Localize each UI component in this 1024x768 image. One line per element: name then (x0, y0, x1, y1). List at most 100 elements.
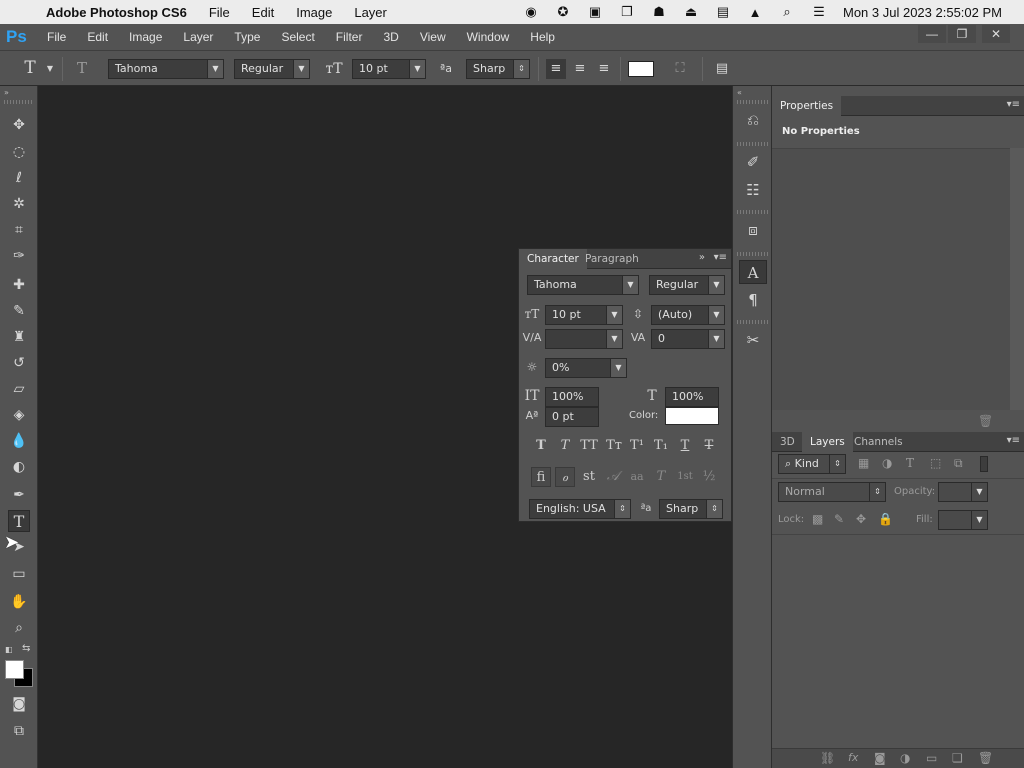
stylistic-alternates-button[interactable]: aa (627, 467, 647, 487)
clone-stamp-tool-icon[interactable]: ♜ (8, 326, 30, 348)
ps-menu-window[interactable]: Window (466, 30, 510, 44)
healing-brush-tool-icon[interactable]: ✚ (8, 274, 30, 296)
char-antialias-select[interactable]: Sharp ⇕ (659, 499, 723, 519)
char-font-style-select[interactable]: Regular ▼ (649, 275, 725, 295)
quick-mask-icon[interactable]: ◙ (8, 693, 30, 715)
fill-field[interactable]: ▼ (938, 510, 988, 530)
filter-toggle-switch[interactable] (980, 456, 988, 472)
ps-menu-view[interactable]: View (419, 30, 446, 44)
ps-menu-select[interactable]: Select (280, 30, 314, 44)
brush-panel-icon[interactable]: ☷ (739, 178, 767, 202)
mac-menu-image[interactable]: Image (296, 5, 332, 20)
menubar-clock[interactable]: Mon 3 Jul 2023 2:55:02 PM (843, 5, 1002, 20)
brush-presets-panel-icon[interactable]: ✐ (739, 150, 767, 174)
char-hscale-field[interactable]: 100% (665, 387, 719, 407)
toggle-panels-icon[interactable]: ▤ (712, 59, 732, 79)
small-caps-button[interactable]: Tт (603, 436, 625, 456)
move-tool-icon[interactable]: ✥ (8, 114, 30, 136)
upload-icon[interactable]: ▲ (744, 4, 766, 20)
faux-italic-button[interactable]: T (555, 436, 575, 456)
char-kerning-select[interactable]: ▼ (545, 329, 623, 349)
ps-menu-type[interactable]: Type (233, 30, 260, 44)
lasso-tool-icon[interactable]: ℓ (8, 167, 30, 189)
tool-presets-panel-icon[interactable]: ✂ (739, 328, 767, 352)
char-baseline-field[interactable]: 0 pt (545, 407, 599, 427)
superscript-button[interactable]: T¹ (627, 436, 647, 456)
shape-filter-icon[interactable]: ⬚ (930, 456, 941, 470)
font-family-select[interactable]: Tahoma ▼ (108, 59, 224, 79)
tab-paragraph[interactable]: Paragraph (577, 249, 647, 269)
history-brush-tool-icon[interactable]: ↺ (8, 352, 30, 374)
tab-3d[interactable]: 3D (772, 432, 803, 452)
panel-grip[interactable] (4, 100, 34, 104)
crop-tool-icon[interactable]: ⌗ (8, 219, 30, 241)
char-color-swatch[interactable] (665, 407, 719, 425)
panel-grip[interactable] (737, 210, 769, 214)
tab-channels[interactable]: Channels (846, 432, 911, 452)
type-filter-icon[interactable]: T (906, 456, 914, 470)
ordinals-button[interactable]: 1st (673, 467, 697, 487)
ps-menu-help[interactable]: Help (529, 30, 555, 44)
discretionary-ligatures-button[interactable]: st (579, 467, 599, 487)
mac-menu-layer[interactable]: Layer (354, 5, 387, 20)
record-icon[interactable]: ◉ (520, 4, 542, 20)
font-size-select[interactable]: 10 pt ▼ (352, 59, 426, 79)
eyedropper-tool-icon[interactable]: ✑ (8, 245, 30, 267)
align-right-icon[interactable]: ≡ (594, 59, 614, 79)
type-tool-preset-icon[interactable]: T (20, 58, 40, 78)
collapse-arrows-icon[interactable]: » (4, 88, 9, 97)
adjustment-filter-icon[interactable]: ◑ (882, 456, 892, 470)
layer-filter-kind-select[interactable]: ⌕ Kind ⇕ (778, 454, 846, 474)
restore-button[interactable]: ❐ (948, 25, 976, 43)
lock-pixels-icon[interactable]: ✎ (834, 512, 844, 526)
rectangle-tool-icon[interactable]: ▭ (8, 563, 30, 585)
antialias-select[interactable]: Sharp ⇕ (466, 59, 530, 79)
swash-button[interactable]: 𝒜 (603, 467, 623, 487)
paint-bucket-tool-icon[interactable]: ◈ (8, 404, 30, 426)
layers-list[interactable] (772, 534, 1024, 748)
ps-menu-edit[interactable]: Edit (86, 30, 108, 44)
trash-icon[interactable]: 🗑 (978, 414, 993, 428)
history-panel-icon[interactable]: ⎌ (739, 108, 767, 132)
marquee-tool-icon[interactable]: ◌ (8, 141, 30, 163)
foreground-color-swatch[interactable] (5, 660, 24, 679)
note-icon[interactable]: ▣ (584, 4, 606, 20)
underline-button[interactable]: T (675, 436, 695, 456)
control-center-icon[interactable]: ☰ (808, 4, 830, 20)
clipboard-icon[interactable]: ❐ (616, 4, 638, 20)
char-tsume-select[interactable]: 0% ▼ (545, 358, 627, 378)
spotlight-search-icon[interactable]: ⌕ (776, 4, 798, 20)
link-layers-icon[interactable]: ⛓ (820, 751, 835, 765)
alternate-ligatures-button[interactable]: ℴ (555, 467, 575, 487)
char-leading-select[interactable]: (Auto) ▼ (651, 305, 725, 325)
lock-transparency-icon[interactable]: ▩ (812, 512, 823, 526)
blur-tool-icon[interactable]: 💧 (8, 430, 30, 452)
panel-grip[interactable] (737, 252, 769, 256)
delete-layer-icon[interactable]: 🗑 (978, 751, 993, 765)
character-panel-icon[interactable]: A (739, 260, 767, 284)
panel-menu-icon[interactable]: ▾≡ (1007, 99, 1020, 110)
sidebar-icon[interactable]: ▤ (712, 4, 734, 20)
panel-grip[interactable] (737, 320, 769, 324)
align-center-icon[interactable]: ≡ (570, 59, 590, 79)
lock-position-icon[interactable]: ✥ (856, 512, 866, 526)
default-colors-icon[interactable]: ◧ (5, 645, 13, 654)
orientation-toggle-icon[interactable]: T (72, 58, 92, 78)
text-color-swatch[interactable] (628, 61, 654, 77)
ps-menu-image[interactable]: Image (128, 30, 162, 44)
ps-menu-layer[interactable]: Layer (182, 30, 213, 44)
all-caps-button[interactable]: TT (577, 436, 601, 456)
ps-menu-filter[interactable]: Filter (335, 30, 363, 44)
collapse-arrows-icon[interactable]: « (737, 88, 742, 97)
subscript-button[interactable]: T₁ (651, 436, 671, 456)
ligatures-button[interactable]: fi (531, 467, 551, 487)
mac-app-name[interactable]: Adobe Photoshop CS6 (46, 5, 187, 20)
adjustment-layer-icon[interactable]: ◑ (900, 751, 910, 765)
titling-alternates-button[interactable]: T (651, 467, 671, 487)
layer-style-icon[interactable]: fx (848, 751, 858, 764)
chevron-down-icon[interactable]: ▼ (44, 59, 56, 79)
pen-tool-icon[interactable]: ✒ (8, 484, 30, 506)
ps-menu-file[interactable]: File (46, 30, 66, 44)
char-size-select[interactable]: 10 pt ▼ (545, 305, 623, 325)
gamepad-icon[interactable]: ☗ (648, 4, 670, 20)
